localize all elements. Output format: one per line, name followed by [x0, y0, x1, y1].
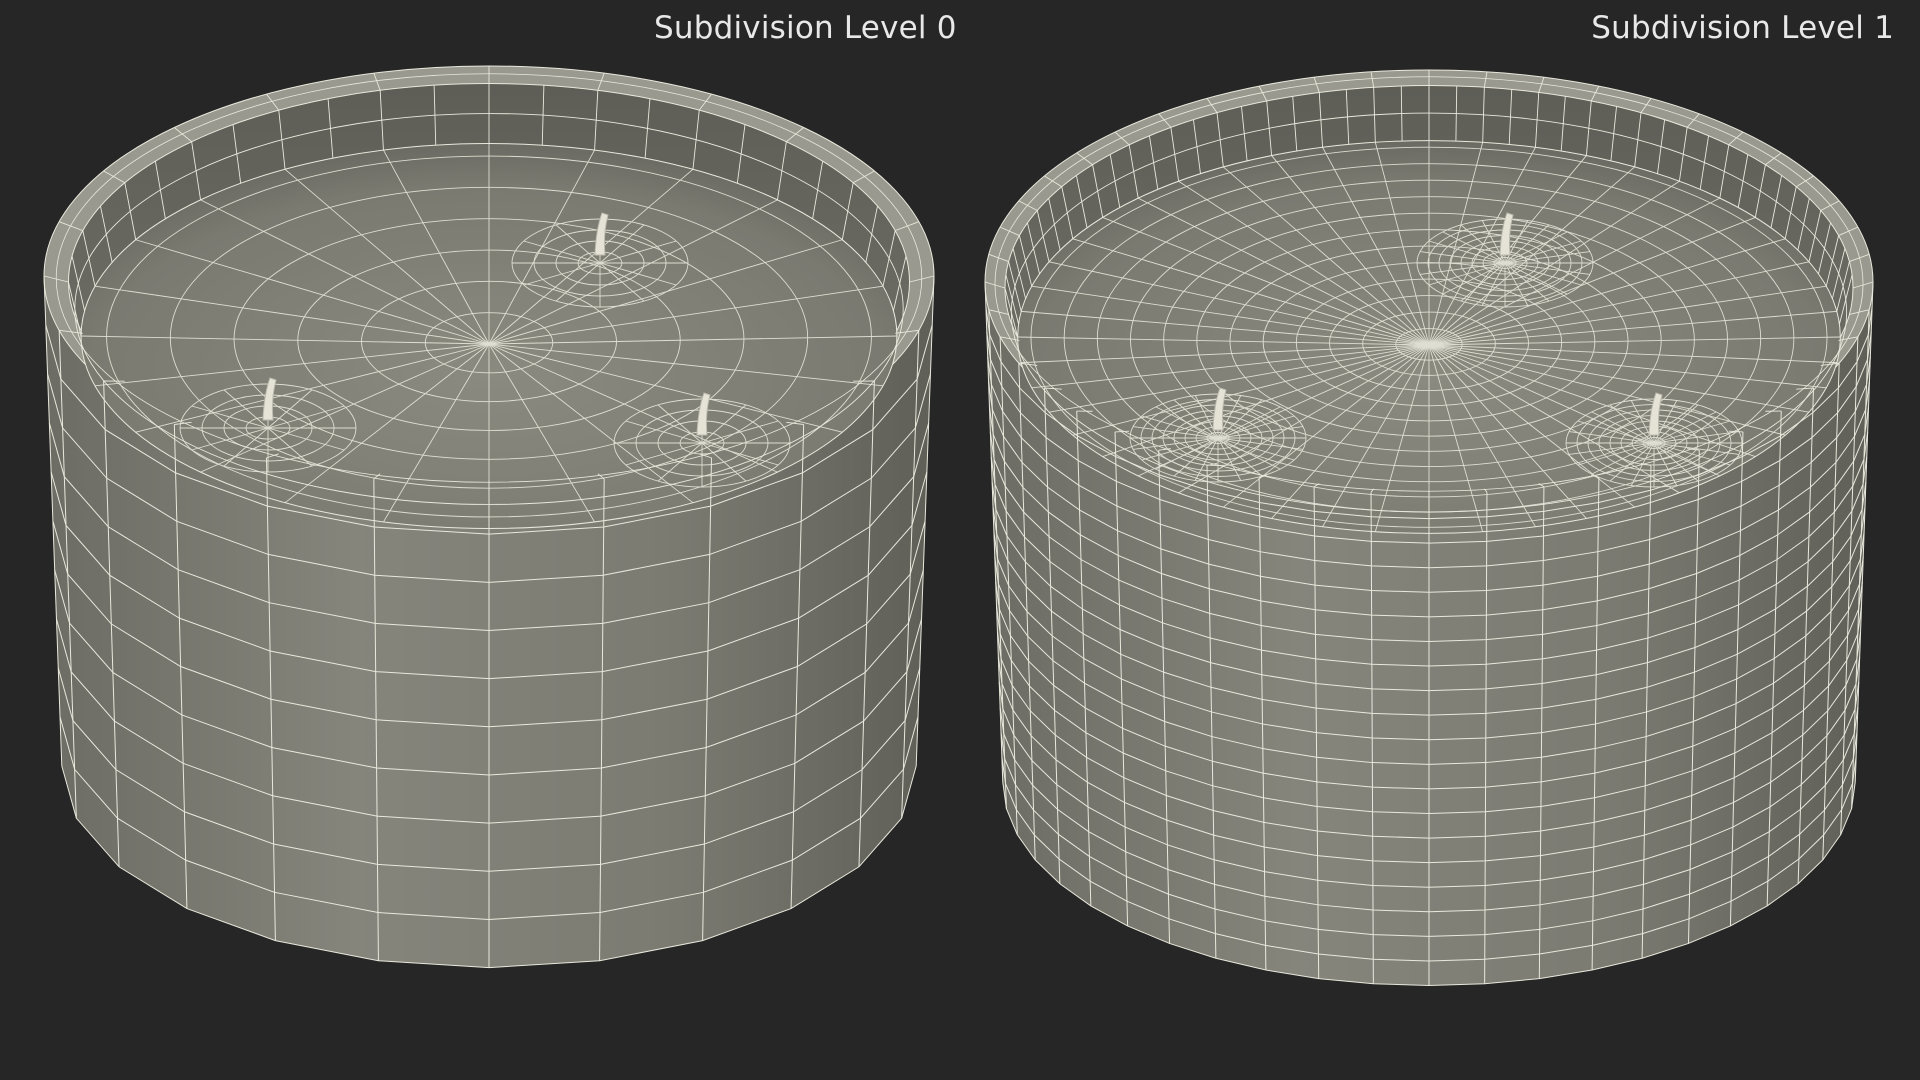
subdivision-level-0-label: Subdivision Level 0 [654, 10, 957, 46]
wireframe-render [43, 65, 1874, 987]
candle-tin-subdivision-1 [984, 69, 1874, 987]
candle-tin-subdivision-0 [43, 65, 935, 969]
subdivision-level-1-label: Subdivision Level 1 [1591, 10, 1894, 46]
viewport: Subdivision Level 0 Subdivision Level 1 [0, 0, 1920, 1080]
